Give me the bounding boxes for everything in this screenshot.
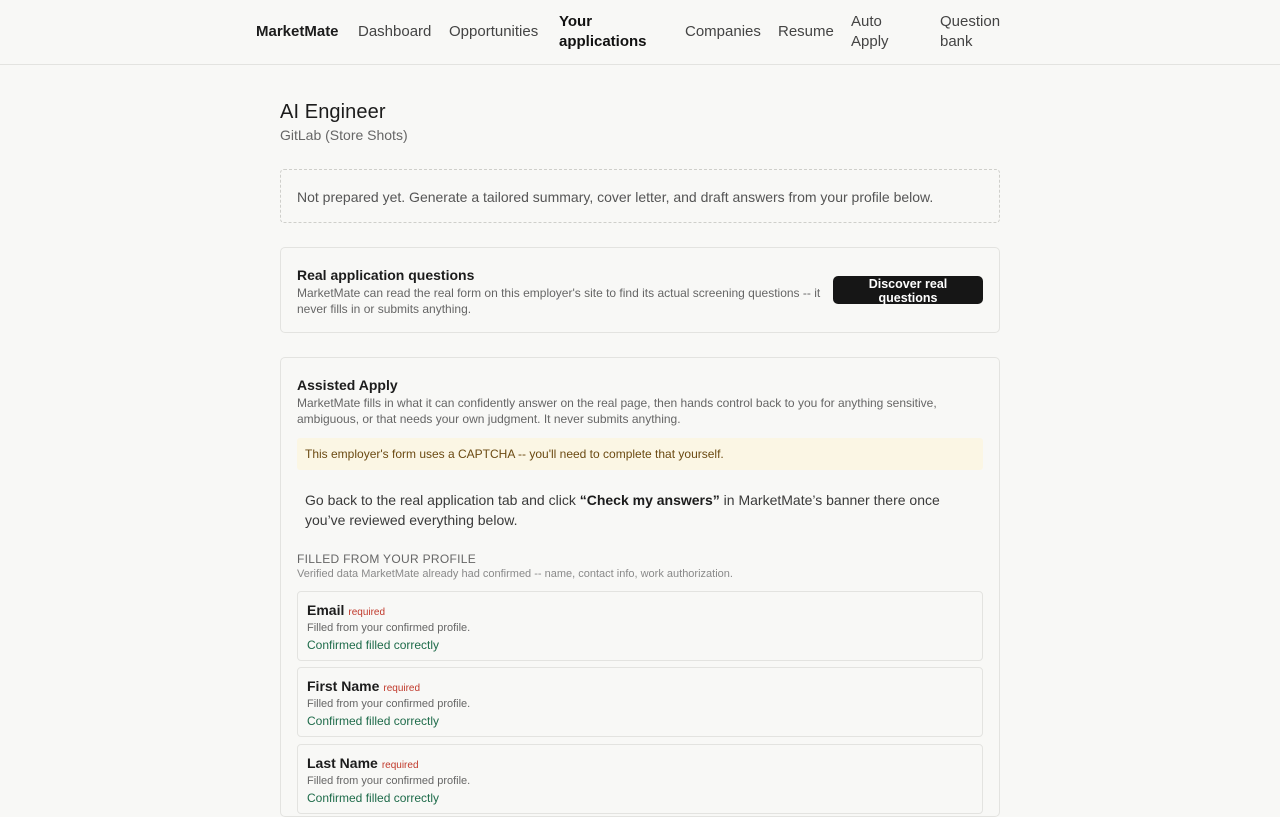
preparation-notice: Not prepared yet. Generate a tailored su… [280, 169, 1000, 223]
nav-link-question-bank[interactable]: Question bank [940, 12, 1002, 52]
check-answers-instruction: Go back to the real application tab and … [305, 490, 955, 530]
field-name: First Name [307, 678, 380, 694]
instruction-check-answers-label: “Check my answers” [579, 492, 720, 508]
field-name: Email [307, 602, 345, 618]
real-questions-card: Real application questions MarketMate ca… [280, 247, 1000, 333]
required-badge: required [383, 683, 421, 694]
field-status: Confirmed filled correctly [307, 638, 440, 652]
field-last-name: Last Name required Filled from your confi… [297, 744, 983, 814]
field-name: Last Name [307, 755, 378, 771]
nav-link-auto-apply[interactable]: Auto Apply [851, 12, 901, 52]
nav-link-companies[interactable]: Companies [685, 22, 761, 42]
field-source: Filled from your confirmed profile. [307, 622, 471, 634]
nav-link-opportunities[interactable]: Opportunities [449, 22, 538, 42]
field-source: Filled from your confirmed profile. [307, 698, 471, 710]
captcha-warning: This employer's form uses a CAPTCHA -- y… [297, 438, 983, 470]
field-status: Confirmed filled correctly [307, 714, 440, 728]
field-email: Email required Filled from your confirmed… [297, 591, 983, 661]
nav-link-your-applications[interactable]: Your applications [559, 12, 659, 52]
field-first-name: First Name required Filled from your conf… [297, 667, 983, 737]
field-label: Email required [307, 601, 385, 622]
assisted-apply-title: Assisted Apply [297, 377, 398, 393]
required-badge: required [348, 607, 386, 618]
nav-link-resume[interactable]: Resume [778, 22, 834, 42]
filled-from-profile-heading: FILLED FROM YOUR PROFILE [297, 552, 477, 566]
field-source: Filled from your confirmed profile. [307, 775, 471, 787]
filled-from-profile-subtitle: Verified data MarketMate already had con… [297, 568, 733, 580]
assisted-apply-description: MarketMate fills in what it can confiden… [297, 396, 937, 426]
company-name: GitLab (Store Shots) [280, 127, 408, 143]
assisted-apply-card: Assisted Apply MarketMate fills in what … [280, 357, 1000, 817]
real-questions-description: MarketMate can read the real form on thi… [297, 286, 821, 316]
nav-link-dashboard[interactable]: Dashboard [358, 22, 431, 42]
real-questions-title: Real application questions [297, 267, 475, 283]
field-status: Confirmed filled correctly [307, 791, 440, 805]
top-navigation: MarketMate Dashboard Opportunities Your … [0, 0, 1280, 65]
field-label: First Name required [307, 677, 420, 698]
discover-real-questions-button[interactable]: Discover real questions [833, 276, 983, 305]
instruction-text-before: Go back to the real application tab and … [305, 492, 580, 508]
brand-logo[interactable]: MarketMate [256, 22, 339, 42]
field-label: Last Name required [307, 754, 419, 775]
required-badge: required [381, 760, 419, 771]
page-title: AI Engineer [280, 101, 386, 123]
